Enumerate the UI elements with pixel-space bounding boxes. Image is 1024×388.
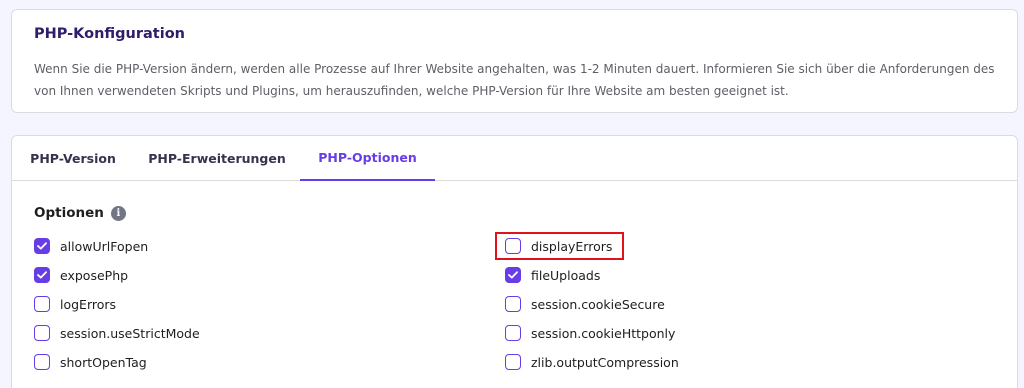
tab-bar: PHP-Version PHP-Erweiterungen PHP-Option… xyxy=(12,136,1017,181)
option-zlib-outputCompression[interactable]: zlib.outputCompression xyxy=(505,352,679,372)
checkmark-icon xyxy=(37,242,47,250)
option-label: exposePhp xyxy=(60,267,129,283)
php-settings-card: PHP-Version PHP-Erweiterungen PHP-Option… xyxy=(11,135,1018,388)
php-config-info-card: PHP-Konfiguration Wenn Sie die PHP-Versi… xyxy=(11,9,1018,113)
option-shortOpenTag[interactable]: shortOpenTag xyxy=(34,352,147,372)
option-session-useStrictMode[interactable]: session.useStrictMode xyxy=(34,323,200,343)
option-allowUrlFopen[interactable]: allowUrlFopen xyxy=(34,236,148,256)
checkmark-icon xyxy=(37,271,47,279)
checkbox[interactable] xyxy=(34,296,50,312)
option-label: displayErrors xyxy=(531,238,613,254)
option-label: zlib.outputCompression xyxy=(531,354,679,370)
info-title: PHP-Konfiguration xyxy=(34,26,185,42)
option-exposePhp[interactable]: exposePhp xyxy=(34,265,128,285)
checkbox[interactable] xyxy=(505,296,521,312)
checkbox-checked[interactable] xyxy=(505,267,521,283)
tab-php-extensions[interactable]: PHP-Erweiterungen xyxy=(134,136,300,181)
options-heading: Optionen xyxy=(34,205,104,221)
options-heading-row: Optionen i xyxy=(34,205,126,221)
option-session-cookieHttponly[interactable]: session.cookieHttponly xyxy=(505,323,675,343)
option-logErrors[interactable]: logErrors xyxy=(34,294,116,314)
option-displayErrors[interactable]: displayErrors xyxy=(505,236,612,256)
checkmark-icon xyxy=(508,271,518,279)
option-label: logErrors xyxy=(60,296,117,312)
checkbox-checked[interactable] xyxy=(34,238,50,254)
option-label: session.cookieSecure xyxy=(531,296,665,312)
option-label: shortOpenTag xyxy=(60,354,147,370)
tab-php-version[interactable]: PHP-Version xyxy=(12,136,134,181)
option-label: allowUrlFopen xyxy=(60,238,149,254)
option-session-cookieSecure[interactable]: session.cookieSecure xyxy=(505,294,665,314)
option-label: session.cookieHttponly xyxy=(531,325,676,341)
checkbox-checked[interactable] xyxy=(34,267,50,283)
tab-php-options[interactable]: PHP-Optionen xyxy=(300,136,435,181)
option-label: fileUploads xyxy=(531,267,601,283)
checkbox[interactable] xyxy=(505,325,521,341)
info-description: Wenn Sie die PHP-Version ändern, werden … xyxy=(34,62,995,98)
checkbox[interactable] xyxy=(34,354,50,370)
info-icon[interactable]: i xyxy=(110,205,126,221)
option-fileUploads[interactable]: fileUploads xyxy=(505,265,600,285)
checkbox[interactable] xyxy=(505,354,521,370)
option-label: session.useStrictMode xyxy=(60,325,200,341)
checkbox[interactable] xyxy=(34,325,50,341)
checkbox[interactable] xyxy=(505,238,521,254)
